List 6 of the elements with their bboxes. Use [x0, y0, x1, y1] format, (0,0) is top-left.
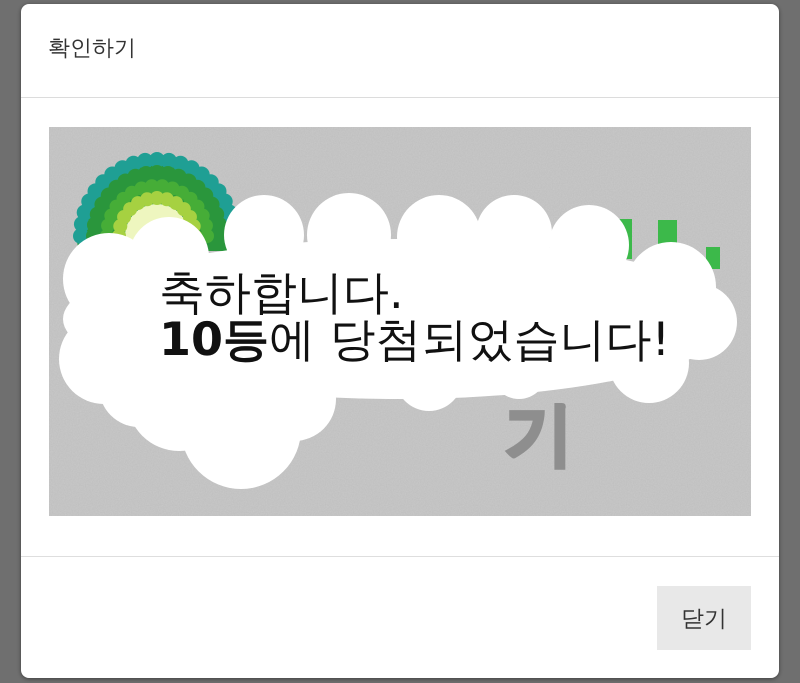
result-text: 축하합니다. — [159, 269, 405, 316]
scratch-hint-text: 기 — [505, 395, 573, 475]
result-text: 10등에 당첨되었습니다! — [159, 316, 670, 363]
dialog-title: 확인하기 — [48, 34, 136, 62]
scratch-card[interactable]: 기 축하합니다. 10등에 당첨되었습니다! — [49, 127, 751, 516]
close-button[interactable]: 닫기 — [657, 586, 751, 650]
